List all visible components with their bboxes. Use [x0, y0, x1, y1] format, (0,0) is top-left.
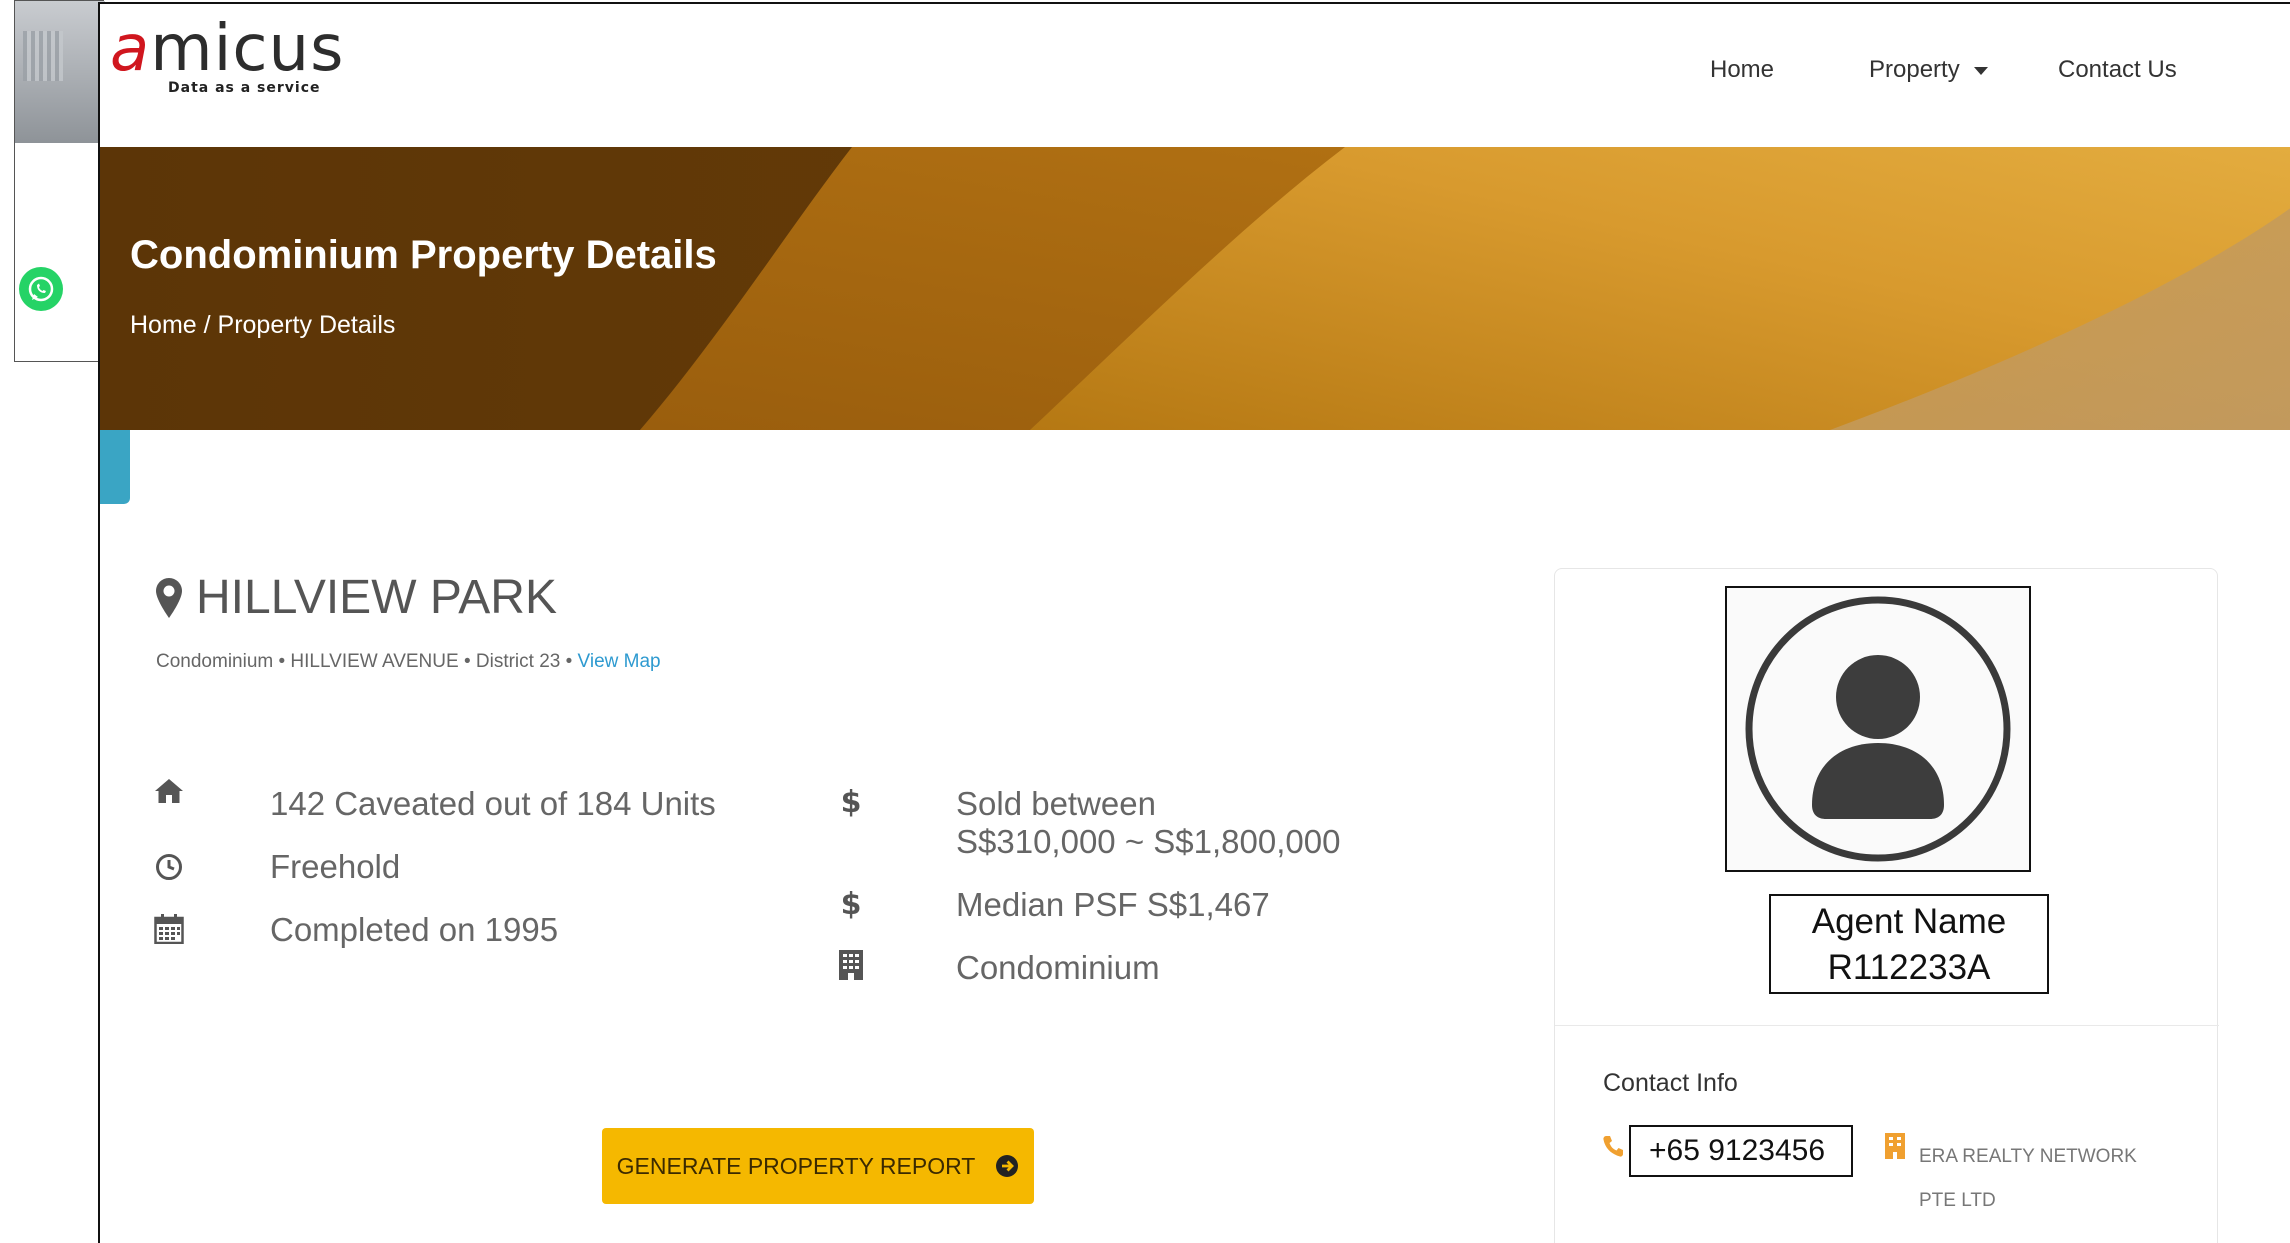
property-meta: Condominium • HILLVIEW AVENUE • District…: [156, 651, 661, 673]
agency-building-icon: [1885, 1133, 1905, 1164]
sold-between-label: Sold between: [956, 785, 1156, 822]
nav-property[interactable]: Property: [1869, 56, 1988, 84]
agent-phone[interactable]: +65 9123456: [1629, 1125, 1853, 1177]
background-window: [14, 0, 105, 362]
view-map-link[interactable]: View Map: [578, 651, 661, 672]
agency-name: ERA REALTY NETWORK PTE LTD: [1919, 1146, 2137, 1211]
nav-property-label: Property: [1869, 56, 1960, 83]
tenure: Freehold: [270, 848, 401, 885]
page-title: Condominium Property Details: [130, 233, 717, 277]
whatsapp-icon: [28, 276, 54, 302]
agent-name: Agent Name: [1811, 902, 2007, 941]
calendar-icon: [152, 912, 186, 946]
clock-icon: [152, 850, 186, 884]
property-name: HILLVIEW PARK: [196, 571, 557, 624]
caret-down-icon: [1973, 66, 1988, 75]
map-pin-icon: [156, 577, 182, 618]
card-divider: [1555, 1025, 2219, 1026]
logo-tagline: Data as a service: [168, 80, 321, 96]
breadcrumb[interactable]: Home / Property Details: [130, 311, 395, 340]
agent-avatar: [1725, 586, 2031, 872]
logo-wordmark: amicus: [110, 16, 344, 82]
agent-card: Agent Name R112233A Contact Info +65 912…: [1554, 568, 2219, 1243]
dollar-icon: $: [834, 784, 868, 818]
dollar-icon: $: [834, 886, 868, 920]
page-banner: Condominium Property Details Home / Prop…: [100, 147, 2290, 430]
completion-year: Completed on 1995: [270, 911, 559, 948]
banner-background: [100, 147, 2290, 430]
generate-report-button[interactable]: GENERATE PROPERTY REPORT: [602, 1128, 1034, 1204]
screen: amicus Data as a service Home Property C…: [0, 0, 2290, 1243]
generate-report-label: GENERATE PROPERTY REPORT: [616, 1152, 976, 1179]
property-title: HILLVIEW PARK: [156, 570, 557, 625]
nav-home[interactable]: Home: [1710, 56, 1774, 84]
user-avatar-icon: [1745, 596, 2011, 862]
property-type: Condominium: [956, 949, 1160, 986]
main-window: amicus Data as a service Home Property C…: [98, 2, 2290, 1243]
background-photo: [15, 1, 105, 143]
median-psf: Median PSF S$1,467: [956, 886, 1270, 923]
sold-between-range: S$310,000 ~ S$1,800,000: [956, 823, 1341, 860]
building-icon: [834, 948, 868, 982]
arrow-circle-right-icon: [996, 1155, 1019, 1177]
side-tab[interactable]: [100, 430, 130, 504]
units-caveated: 142 Caveated out of 184 Units: [270, 785, 716, 822]
logo-name: micus: [150, 12, 345, 86]
home-icon: [152, 774, 186, 808]
property-meta-text: Condominium • HILLVIEW AVENUE • District…: [156, 651, 578, 672]
logo-accent-letter: a: [110, 12, 151, 86]
contact-info-heading: Contact Info: [1603, 1069, 1738, 1097]
agent-identity: Agent Name R112233A: [1769, 894, 2049, 994]
phone-icon: [1603, 1135, 1623, 1162]
top-nav: amicus Data as a service Home Property C…: [100, 4, 2290, 147]
nav-contact-us[interactable]: Contact Us: [2058, 56, 2177, 84]
svg-text:$: $: [841, 785, 862, 817]
whatsapp-button[interactable]: [19, 267, 63, 311]
amicus-logo[interactable]: amicus Data as a service: [110, 16, 344, 96]
svg-text:$: $: [841, 887, 862, 919]
agent-registration: R112233A: [1827, 948, 1991, 987]
